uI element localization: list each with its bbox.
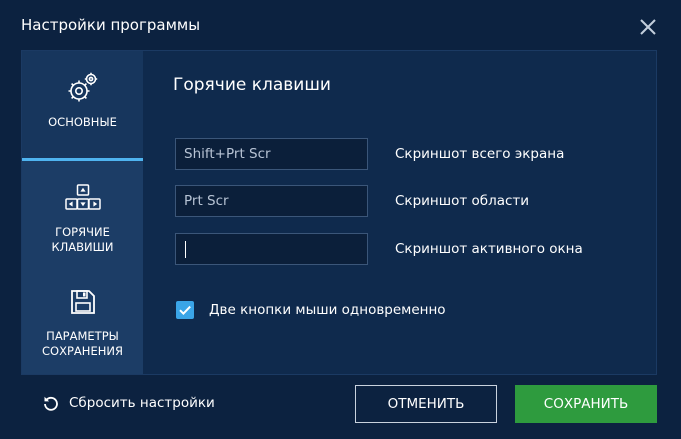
sidebar-item-general[interactable]: ОСНОВНЫЕ [22, 51, 143, 161]
cancel-button[interactable]: ОТМЕНИТЬ [355, 385, 497, 423]
reset-settings-button[interactable]: Сбросить настройки [43, 395, 215, 411]
hotkey-input-fullscreen[interactable]: Shift+Prt Scr [175, 138, 368, 170]
close-button[interactable] [635, 14, 661, 40]
hotkey-value: Prt Scr [184, 193, 229, 209]
hotkey-label-fullscreen: Скриншот всего экрана [395, 146, 565, 162]
sidebar: ОСНОВНЫЕ ГОРЯЧИЕ КЛАВИШИ ПАРАМЕТРЫ СОХРА… [22, 51, 143, 374]
hotkeys-content: Горячие клавиши Shift+Prt Scr Скриншот в… [143, 51, 656, 374]
sidebar-item-hotkeys[interactable]: ГОРЯЧИЕ КЛАВИШИ [22, 161, 143, 267]
hotkey-value: Shift+Prt Scr [184, 146, 271, 162]
hotkey-label-region: Скриншот области [395, 193, 530, 209]
settings-panel: ОСНОВНЫЕ ГОРЯЧИЕ КЛАВИШИ ПАРАМЕТРЫ СОХРА… [21, 50, 657, 375]
reset-settings-label: Сбросить настройки [69, 395, 215, 411]
close-icon [640, 19, 656, 35]
settings-window: Настройки программы ОСНОВНЫЕ ГОРЯЧИЕ КЛА… [0, 0, 681, 439]
mouse-buttons-label: Две кнопки мыши одновременно [209, 302, 446, 318]
mouse-buttons-checkbox[interactable] [176, 301, 194, 319]
sidebar-item-label: ОСНОВНЫЕ [48, 115, 117, 129]
save-button[interactable]: СОХРАНИТЬ [515, 385, 657, 423]
hotkey-input-active-window[interactable] [175, 233, 368, 265]
keyboard-keys-icon [64, 184, 101, 210]
floppy-disk-icon [70, 290, 95, 314]
section-title: Горячие клавиши [173, 75, 331, 95]
text-caret [185, 241, 186, 258]
gears-icon [68, 72, 97, 102]
sidebar-item-label: ПАРАМЕТРЫ СОХРАНЕНИЯ [42, 329, 123, 358]
window-title: Настройки программы [21, 16, 201, 34]
checkmark-icon [179, 305, 191, 316]
hotkey-input-region[interactable]: Prt Scr [175, 185, 368, 217]
sidebar-item-label: ГОРЯЧИЕ КЛАВИШИ [51, 225, 114, 254]
hotkey-label-active-window: Скриншот активного окна [395, 241, 583, 257]
reset-icon [44, 396, 58, 411]
sidebar-item-save-settings[interactable]: ПАРАМЕТРЫ СОХРАНЕНИЯ [22, 267, 143, 374]
